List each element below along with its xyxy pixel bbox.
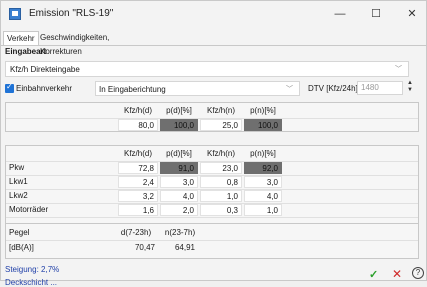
- cell-p-d: 100,0: [160, 119, 198, 131]
- surface-status: Deckschicht ...: [5, 278, 58, 287]
- cell-kfz-n[interactable]: 25,0: [200, 119, 242, 131]
- row-label-lkw1: Lkw1: [9, 177, 28, 186]
- pegel-label: Pegel: [9, 228, 30, 237]
- dtv-input[interactable]: 1480: [357, 81, 403, 95]
- column-header: Kfz/h(d): [123, 106, 152, 115]
- minimize-button[interactable]: —: [325, 5, 355, 23]
- table-cell[interactable]: 3,0: [160, 176, 198, 188]
- table-cell[interactable]: 0,8: [200, 176, 242, 188]
- column-header: n(23-7h): [164, 228, 196, 237]
- column-header: Kfz/h(n): [206, 106, 235, 115]
- column-header: p(d)[%]: [166, 106, 192, 115]
- oneway-label: Einbahnverkehr: [16, 84, 73, 93]
- unit-label: [dB(A)]: [9, 243, 34, 252]
- tab-verkehr[interactable]: Verkehr: [3, 31, 39, 46]
- table-cell[interactable]: 4,0: [244, 190, 282, 202]
- checkmark-icon[interactable]: ✓: [369, 268, 378, 281]
- column-header: Kfz/h(d): [123, 149, 152, 158]
- table-cell[interactable]: 72,8: [118, 162, 158, 174]
- column-header: p(n)[%]: [250, 149, 276, 158]
- row-label-lkw2: Lkw2: [9, 191, 28, 200]
- row-label-motorraeder: Motorräder: [9, 205, 49, 214]
- level-night: 64,91: [174, 243, 195, 252]
- column-header: p(d)[%]: [166, 149, 192, 158]
- column-header: d(7-23h): [120, 228, 152, 237]
- section-title: Eingabeart: [5, 47, 47, 56]
- tab-divider: [1, 45, 427, 46]
- tab-geschwindigkeiten[interactable]: Geschwindigkeiten, Korrekturen: [37, 31, 112, 56]
- app-icon: [9, 8, 21, 20]
- row-divider: [6, 217, 418, 218]
- table-cell[interactable]: 23,0: [200, 162, 242, 174]
- help-icon[interactable]: ?: [412, 267, 424, 279]
- dialog-window: Emission "RLS-19" — ☐ ✕ Verkehr Geschwin…: [0, 0, 427, 287]
- total-traffic-table: Kfz/h(d) p(d)[%] Kfz/h(n) p(n)[%] 80,0 1…: [5, 102, 419, 132]
- input-mode-select[interactable]: Kfz/h Direkteingabe ﹀: [5, 61, 409, 77]
- table-cell[interactable]: 0,3: [200, 204, 242, 216]
- level-table: Pegel d(7-23h) n(23-7h) [dB(A)] 70,47 64…: [5, 223, 419, 259]
- title-bar: Emission "RLS-19" — ☐ ✕: [1, 1, 426, 27]
- close-icon[interactable]: ✕: [392, 267, 402, 281]
- cell-p-n: 100,0: [244, 119, 282, 131]
- chevron-down-icon: ﹀: [395, 66, 402, 73]
- oneway-checkbox[interactable]: [5, 82, 14, 93]
- direction-value: In Eingaberichtung: [99, 85, 166, 94]
- column-header: p(n)[%]: [250, 106, 276, 115]
- close-button[interactable]: ✕: [397, 5, 427, 23]
- table-cell[interactable]: 3,0: [244, 176, 282, 188]
- table-cell[interactable]: 1,0: [244, 204, 282, 216]
- direction-select[interactable]: In Eingaberichtung ﹀: [95, 81, 300, 96]
- table-cell[interactable]: 3,2: [118, 190, 158, 202]
- gradient-status: Steigung: 2,7%: [5, 265, 60, 274]
- table-cell: 91,0: [160, 162, 198, 174]
- table-cell[interactable]: 1,6: [118, 204, 158, 216]
- table-cell[interactable]: 1,0: [200, 190, 242, 202]
- dtv-label: DTV [Kfz/24h]: [308, 84, 358, 93]
- input-mode-value: Kfz/h Direkteingabe: [10, 65, 80, 74]
- chevron-down-icon: ﹀: [286, 86, 293, 93]
- table-cell[interactable]: 4,0: [160, 190, 198, 202]
- table-cell[interactable]: 2,4: [118, 176, 158, 188]
- table-cell: 92,0: [244, 162, 282, 174]
- dtv-spinner[interactable]: ▲ ▼: [407, 80, 413, 94]
- column-header: Kfz/h(n): [206, 149, 235, 158]
- row-divider: [6, 240, 418, 241]
- maximize-button[interactable]: ☐: [361, 5, 391, 23]
- row-label-pkw: Pkw: [9, 163, 25, 172]
- cell-kfz-d[interactable]: 80,0: [118, 119, 158, 131]
- level-day: 70,47: [134, 243, 155, 252]
- window-title: Emission "RLS-19": [29, 8, 114, 19]
- table-cell[interactable]: 2,0: [160, 204, 198, 216]
